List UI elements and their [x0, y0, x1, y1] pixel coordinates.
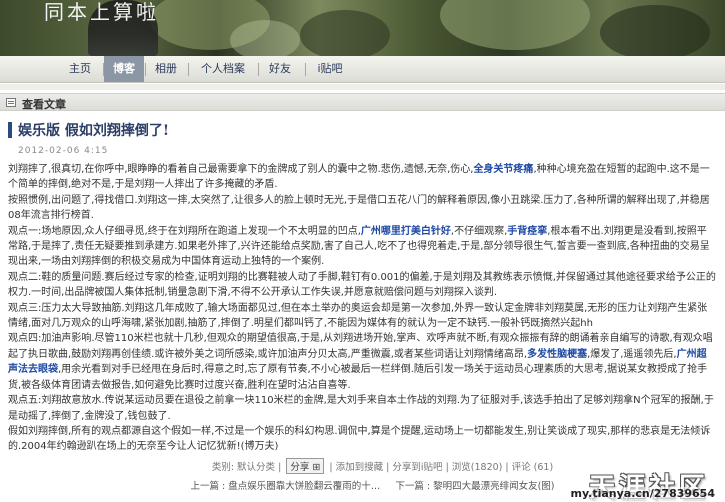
paragraph-text: 刘翔摔了,很真切,在你呼中,眼睁睁的看着自己最需要拿下的金牌成了别人的囊中之物.… — [8, 164, 474, 175]
nav-bottom-strip — [0, 84, 725, 90]
title-accent-bar — [8, 122, 12, 138]
nav-item-blog[interactable]: 博客 — [104, 56, 144, 82]
banner-foliage — [600, 5, 710, 56]
tianya-watermark-url: my.tianya.cn/27839654 — [568, 487, 717, 500]
nav-divider — [258, 63, 259, 76]
nav-item-tieba[interactable]: i贴吧 — [307, 56, 353, 82]
nav-item-album[interactable]: 相册 — [146, 56, 186, 82]
paragraph-text: ,爆发了,遥遥领先后, — [587, 348, 677, 360]
meta-separator: | — [278, 462, 282, 473]
post-paragraph: 观点四:加油声影响.尽管110米栏也就十几秒,但观众的期望值很高,于是,从刘翔进… — [8, 331, 716, 393]
category-link[interactable]: 默认分类 — [237, 462, 275, 473]
post-title-row: 娱乐版 假如刘翔摔倒了! — [8, 118, 718, 142]
blog-banner: 同本上算啦 — [0, 0, 725, 56]
nav-item-friends[interactable]: 好友 — [260, 56, 300, 82]
share-button[interactable]: 分享 ⊞ — [286, 458, 325, 474]
nav-divider — [305, 63, 306, 76]
meta-separator: | — [505, 462, 509, 473]
keyword-link[interactable]: 全身关节疼痛 — [473, 164, 533, 175]
nav-item-profile[interactable]: 个人档案 — [190, 56, 256, 82]
add-favorite-link[interactable]: 添加到搜藏 — [336, 462, 384, 473]
main-nav: 主页 博客 相册 个人档案 好友 i贴吧 — [0, 56, 725, 83]
post-paragraph: 观点一:场地原因,众人仔细寻觅,终于在刘翔所在跑道上发现一个不太明显的凹点,广州… — [8, 224, 716, 270]
meta-separator: | — [386, 462, 390, 473]
post-paragraph: 刘翔摔了,很真切,在你呼中,眼睁睁的看着自己最需要拿下的金牌成了别人的囊中之物.… — [8, 162, 716, 193]
keyword-link[interactable]: 多发性脑梗塞 — [527, 349, 587, 360]
post-paragraph: 按照惯例,出问题了,得找借口.刘翔这一摔,太突然了,让很多人的脸上顿时无光,于是… — [8, 194, 710, 222]
banner-foliage — [300, 10, 390, 56]
paragraph-text: ,不仔细观察, — [450, 225, 508, 237]
section-header: 查看文章 — [0, 93, 725, 111]
section-title: 查看文章 — [22, 98, 66, 111]
nav-item-home[interactable]: 主页 — [58, 56, 102, 82]
document-icon — [6, 98, 16, 107]
site-title: 同本上算啦 — [44, 0, 159, 24]
blog-article: 娱乐版 假如刘翔摔倒了! 2012-02-06 4:15 刘翔摔了,很真切,在你… — [8, 118, 718, 455]
post-body: 刘翔摔了,很真切,在你呼中,眼睁睁的看着自己最需要拿下的金牌成了别人的囊中之物.… — [8, 162, 716, 455]
meta-separator: | — [445, 462, 449, 473]
post-paragraph: 假如刘翔摔倒,所有的观点都源自这个假如一样,不过是一个娱乐的科幻构思.调侃中,算… — [8, 425, 711, 453]
share-button-label: 分享 — [290, 462, 310, 473]
category-label: 类别: — [211, 462, 235, 473]
next-post-link[interactable]: 下一篇 : 黎明四大最漂亮绯闻女友(图) — [395, 481, 554, 492]
keyword-link[interactable]: 手背痉挛 — [507, 226, 547, 237]
view-count: 浏览(1820) — [451, 462, 503, 473]
share-to-tieba-link[interactable]: 分享到i贴吧 — [392, 462, 442, 473]
banner-foliage — [230, 20, 300, 56]
plus-icon: ⊞ — [312, 462, 321, 473]
keyword-link[interactable]: 广州哪里打美白针好 — [361, 226, 451, 237]
paragraph-text: 观点一:场地原因,众人仔细寻觅,终于在刘翔所在跑道上发现一个不太明显的凹点, — [8, 225, 361, 237]
paragraph-text: ,用余光看到对手已经甩在身后时,得意之时,忘了原有节奏,不小心被最后一栏绊倒.随… — [8, 364, 708, 391]
prev-post-link[interactable]: 上一篇 : 盘点娱乐圈靠大饼脸翻云覆雨的十… — [190, 481, 380, 492]
post-paragraph: 观点三:压力太大导致抽筋.刘翔这几年成败了,输大场面都见过,但在本土举办的奥运会… — [8, 302, 708, 330]
post-paragraph: 观点五:刘翔故意放水.传说某运动员要在退役之前拿一块110米栏的金牌,是大刘手来… — [8, 395, 714, 422]
comments-link[interactable]: 评论 (61) — [512, 462, 554, 473]
post-title: 娱乐版 假如刘翔摔倒了! — [18, 123, 170, 139]
meta-separator: | — [329, 462, 333, 473]
post-date: 2012-02-06 4:15 — [18, 146, 109, 156]
post-paragraph: 观点二:鞋的质量问题.赛后经过专家的检查,证明刘翔的比赛鞋被人动了手脚,鞋钉有0… — [8, 271, 716, 299]
banner-foliage — [440, 0, 590, 50]
nav-divider — [188, 63, 189, 76]
